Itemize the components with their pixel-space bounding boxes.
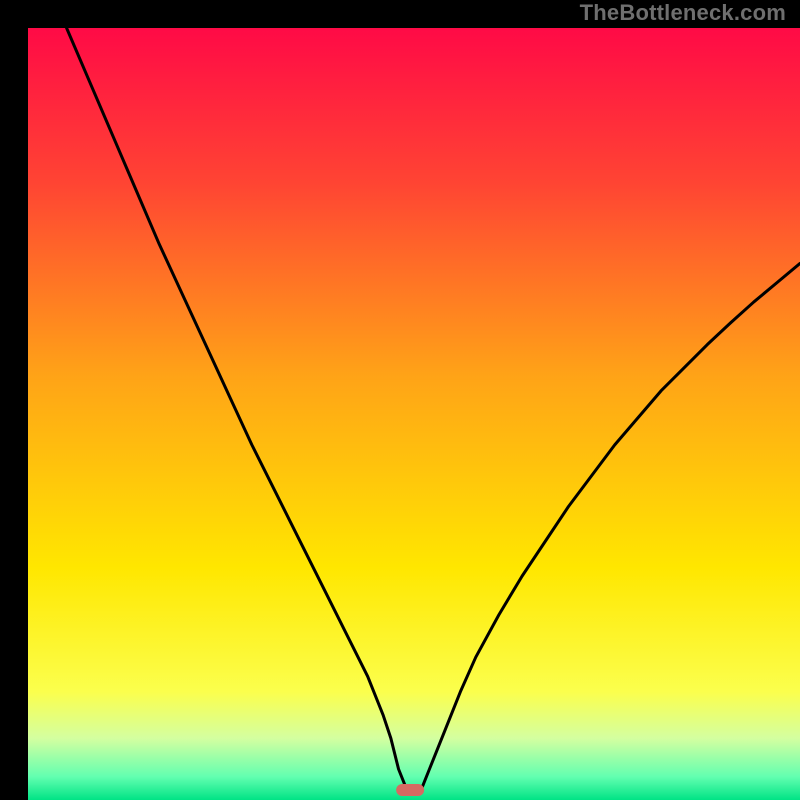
chart-svg xyxy=(28,28,800,800)
watermark-text: TheBottleneck.com xyxy=(580,0,786,26)
gradient-background xyxy=(28,28,800,800)
optimal-marker xyxy=(396,784,424,796)
chart-frame xyxy=(14,14,786,786)
